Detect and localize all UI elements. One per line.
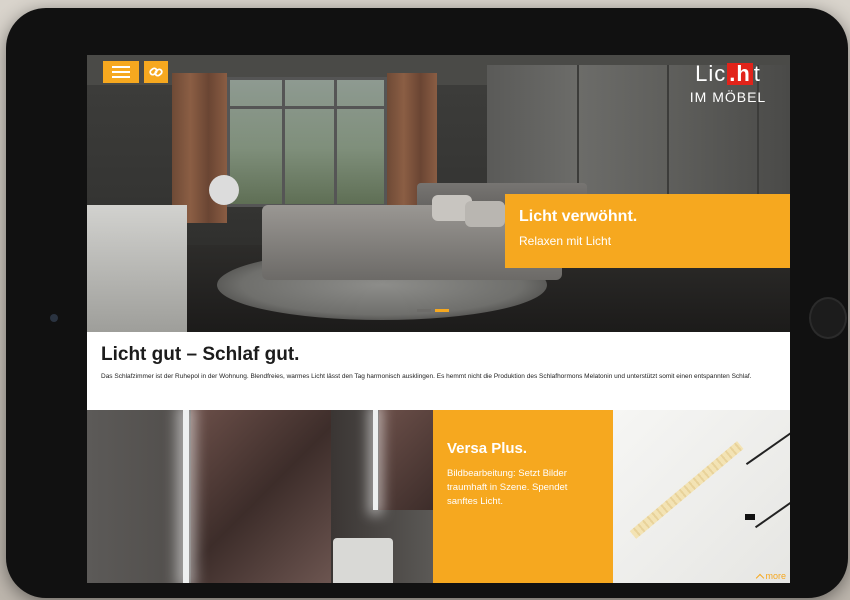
logo-wordmark: Lic .h t bbox=[695, 61, 761, 86]
hero-title: Licht verwöhnt. bbox=[519, 208, 638, 225]
feature-text: Bildbearbeitung: Setzt Bilder traumhaft … bbox=[447, 468, 568, 507]
more-link[interactable]: more bbox=[756, 571, 786, 582]
camera-icon bbox=[50, 314, 58, 322]
logo-subtitle: IM MÖBEL bbox=[689, 89, 767, 105]
hero-chair bbox=[209, 175, 239, 205]
light-strip bbox=[183, 410, 189, 583]
cable bbox=[754, 497, 790, 529]
hamburger-icon bbox=[112, 66, 130, 68]
hero-subtitle: Relaxen mit Licht bbox=[519, 234, 612, 248]
slider-dot-active[interactable] bbox=[435, 309, 449, 312]
hero-window-image bbox=[227, 77, 387, 207]
connector bbox=[745, 514, 755, 520]
bathroom-image-tile[interactable] bbox=[87, 410, 433, 583]
screen: Lic .h t IM MÖBEL Licht verwöhnt. Relaxen … bbox=[87, 55, 790, 583]
hero-sideboard bbox=[87, 205, 187, 332]
cable bbox=[745, 428, 790, 466]
tablet-frame: Lic .h t IM MÖBEL Licht verwöhnt. Relaxen … bbox=[6, 8, 848, 598]
logo[interactable]: Lic .h t IM MÖBEL bbox=[669, 61, 787, 105]
light-strip bbox=[373, 410, 378, 510]
hero-card[interactable]: Licht verwöhnt. Relaxen mit Licht bbox=[505, 194, 790, 268]
hero-banner[interactable]: Lic .h t IM MÖBEL Licht verwöhnt. Relaxen … bbox=[87, 55, 790, 332]
product-image-tile[interactable]: more bbox=[613, 410, 790, 583]
home-button[interactable] bbox=[809, 297, 847, 339]
intro-text: Das Schlafzimmer ist der Ruhepol in der … bbox=[101, 373, 752, 380]
intro-title: Licht gut – Schlaf gut. bbox=[101, 344, 300, 365]
feature-title: Versa Plus. bbox=[447, 440, 528, 457]
more-label: more bbox=[765, 571, 786, 581]
slider-dot[interactable] bbox=[417, 309, 431, 312]
intro-section: Licht gut – Schlaf gut. Das Schlafzimmer… bbox=[87, 332, 790, 410]
slider-pagination bbox=[417, 309, 449, 312]
hero-pillow bbox=[465, 201, 505, 227]
chevron-up-icon bbox=[756, 573, 765, 582]
link-icon bbox=[149, 67, 163, 77]
led-strip-image bbox=[629, 441, 744, 539]
hamburger-menu-button[interactable] bbox=[103, 61, 139, 83]
feature-tile[interactable]: Versa Plus. Bildbearbeitung: Setzt Bilde… bbox=[433, 410, 613, 583]
link-button[interactable] bbox=[144, 61, 168, 83]
basin-image bbox=[333, 538, 393, 583]
